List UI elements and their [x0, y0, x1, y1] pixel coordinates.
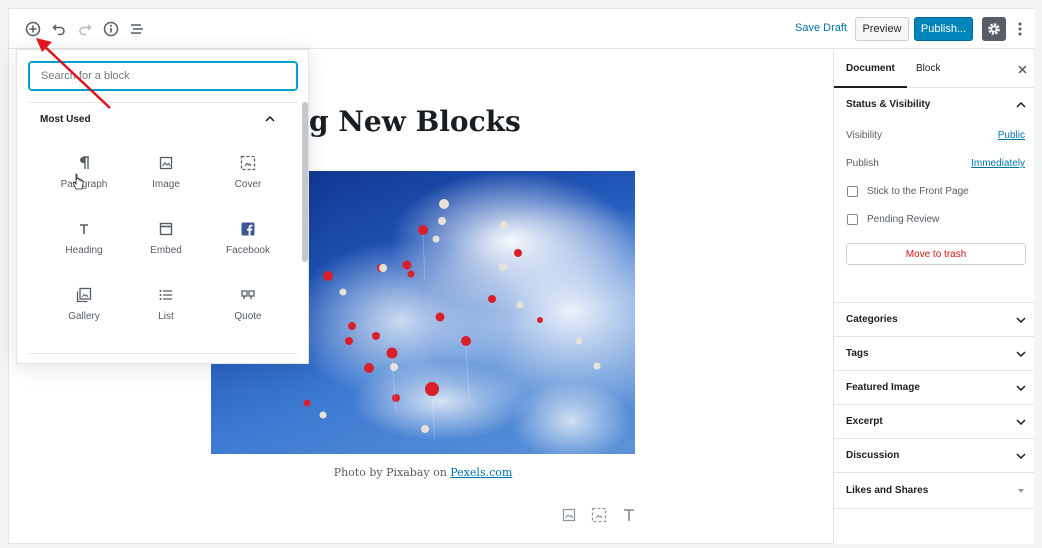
block-item-paragraph[interactable]: Paragraph	[43, 147, 125, 209]
caption-link[interactable]: Pexels.com	[450, 466, 512, 479]
block-item-embed[interactable]: Embed	[125, 213, 207, 275]
tab-block[interactable]: Block	[916, 63, 940, 74]
chevron-up-icon[interactable]	[263, 112, 277, 126]
top-toolbar: Save Draft Preview Publish...	[9, 9, 1035, 49]
settings-sidebar: Document Block Status & Visibility Visib…	[833, 50, 1034, 544]
redo-icon[interactable]	[75, 19, 95, 39]
block-inserter-popover: Search for a block Most Used Paragraph I…	[16, 49, 309, 364]
checkbox-label: Stick to the Front Page	[867, 186, 969, 197]
preview-button[interactable]: Preview	[855, 17, 909, 41]
block-item-gallery[interactable]: Gallery	[43, 279, 125, 341]
checkbox-label: Pending Review	[867, 214, 940, 225]
publish-label: Publish	[846, 158, 879, 169]
caption-text: Photo by Pixabay on	[333, 466, 451, 479]
block-item-heading[interactable]: Heading	[43, 213, 125, 275]
block-item-list[interactable]: List	[125, 279, 207, 341]
panel-title: Categories	[846, 314, 898, 325]
panel-title: Likes and Shares	[846, 485, 929, 496]
pending-review-row: Pending Review	[834, 206, 1034, 234]
image-icon[interactable]	[560, 506, 578, 524]
block-label: Embed	[150, 245, 182, 256]
move-to-trash-button[interactable]: Move to trash	[846, 243, 1026, 265]
paragraph-icon	[74, 153, 94, 173]
block-label: Cover	[234, 179, 262, 190]
block-item-image[interactable]: Image	[125, 147, 207, 209]
block-label: List	[158, 311, 174, 322]
quote-icon	[238, 285, 258, 305]
save-draft-button[interactable]: Save Draft	[795, 22, 847, 34]
categories-panel[interactable]: Categories	[834, 303, 1034, 337]
add-block-icon[interactable]	[23, 19, 43, 39]
block-search-input[interactable]: Search for a block	[29, 62, 297, 90]
likes-shares-panel[interactable]: Likes and Shares	[834, 473, 1034, 509]
block-label: Gallery	[68, 311, 100, 322]
visibility-toggle[interactable]: Public	[998, 130, 1025, 141]
image-icon	[156, 153, 176, 173]
block-label: Paragraph	[60, 179, 108, 190]
publish-date-toggle[interactable]: Immediately	[971, 158, 1025, 169]
caret-down-icon	[1014, 484, 1028, 498]
excerpt-panel[interactable]: Excerpt	[834, 405, 1034, 439]
inserter-scrollbar[interactable]	[302, 102, 308, 262]
outline-icon[interactable]	[127, 19, 147, 39]
block-label: Quote	[234, 311, 262, 322]
block-label: Facebook	[226, 245, 270, 256]
block-item-quote[interactable]: Quote	[207, 279, 289, 341]
featured-image-panel[interactable]: Featured Image	[834, 371, 1034, 405]
tags-panel[interactable]: Tags	[834, 337, 1034, 371]
divider	[29, 102, 297, 103]
sidebar-tabs: Document Block	[834, 50, 1034, 88]
more-options-icon[interactable]	[1012, 19, 1028, 39]
status-visibility-header[interactable]: Status & Visibility	[834, 88, 1034, 122]
visibility-label: Visibility	[846, 130, 882, 141]
panel-title: Featured Image	[846, 382, 920, 393]
embed-icon	[156, 219, 176, 239]
gallery-icon	[74, 285, 94, 305]
block-label: Image	[152, 179, 180, 190]
discussion-panel[interactable]: Discussion	[834, 439, 1034, 473]
list-icon	[156, 285, 176, 305]
divider	[29, 353, 297, 354]
undo-icon[interactable]	[49, 19, 69, 39]
info-icon[interactable]	[101, 19, 121, 39]
most-used-panel-title[interactable]: Most Used	[40, 114, 91, 125]
stick-front-page-row: Stick to the Front Page	[834, 178, 1034, 206]
status-visibility-panel: Status & Visibility Visibility Public Pu…	[834, 88, 1034, 303]
block-label: Heading	[65, 245, 103, 256]
publish-button[interactable]: Publish...	[914, 17, 973, 41]
panel-title: Excerpt	[846, 416, 883, 427]
settings-gear-icon[interactable]	[982, 17, 1006, 41]
pending-review-checkbox[interactable]	[847, 214, 858, 225]
heading-icon[interactable]	[620, 506, 638, 524]
tab-document[interactable]: Document	[846, 63, 895, 74]
visibility-row: Visibility Public	[834, 122, 1034, 150]
image-caption: Photo by Pixabay on Pexels.com	[211, 466, 635, 479]
chevron-down-icon	[1014, 415, 1028, 429]
chevron-down-icon	[1014, 449, 1028, 463]
close-icon[interactable]	[1018, 61, 1027, 77]
panel-title: Discussion	[846, 450, 900, 461]
editor-frame: Save Draft Preview Publish... g New Bloc…	[8, 8, 1035, 544]
chevron-down-icon	[1014, 347, 1028, 361]
post-title[interactable]: g New Blocks	[309, 105, 521, 138]
panel-title: Status & Visibility	[846, 99, 931, 110]
panel-title: Tags	[846, 348, 869, 359]
cover-icon	[238, 153, 258, 173]
chevron-down-icon	[1014, 381, 1028, 395]
quick-inserter	[560, 506, 638, 524]
chevron-up-icon	[1014, 98, 1028, 112]
chevron-down-icon	[1014, 313, 1028, 327]
facebook-icon	[238, 219, 258, 239]
cover-icon[interactable]	[590, 506, 608, 524]
stick-front-page-checkbox[interactable]	[847, 186, 858, 197]
publish-row: Publish Immediately	[834, 150, 1034, 178]
block-item-cover[interactable]: Cover	[207, 147, 289, 209]
heading-icon	[74, 219, 94, 239]
block-item-facebook[interactable]: Facebook	[207, 213, 289, 275]
